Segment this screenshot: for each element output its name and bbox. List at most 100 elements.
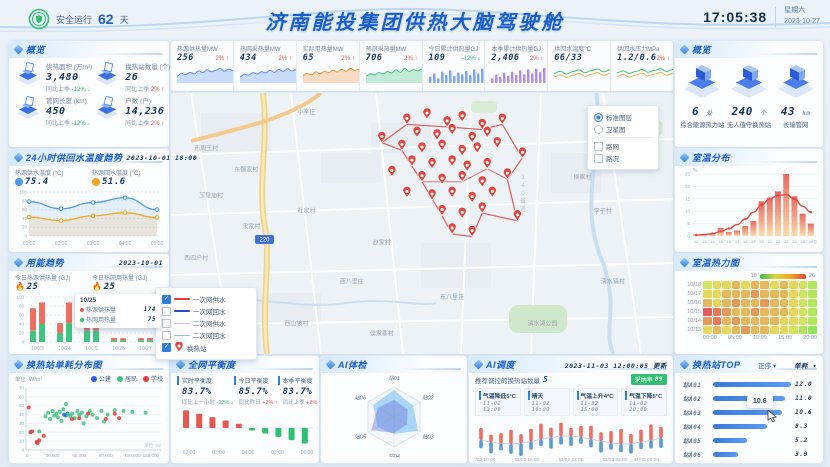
heatmap-col-label: 10:00 — [753, 335, 767, 341]
kpi-sparkline — [240, 63, 292, 88]
checkbox-icon[interactable]: ✓ — [162, 343, 171, 352]
map-legend-item[interactable]: ✓一次网供水 — [162, 294, 250, 304]
place-label: 赵家村 — [373, 238, 391, 246]
checkbox-icon[interactable]: ✓ — [162, 295, 171, 304]
svg-text:14: 14 — [710, 239, 715, 244]
kpi-delta: 2% ↑ — [341, 56, 354, 62]
heatmap-row-label: 10/17 — [679, 291, 701, 297]
heatmap-cell — [751, 299, 760, 307]
kpi-label: 预测采热量MW — [366, 44, 418, 53]
svg-text:05:00: 05:00 — [151, 241, 163, 247]
place-label: 东八里洼 — [440, 293, 464, 301]
station-bar[interactable] — [713, 424, 767, 429]
kpi-delta: 2% ↑ — [216, 56, 229, 62]
layer-radio-selected[interactable]: 标准图层 — [594, 112, 652, 122]
panel-temp-trend: 24小时供回水温度趋势 2023-10-01 18:00 热源供水温度 (°C)… — [8, 148, 170, 253]
road-badge: 220 — [259, 238, 270, 244]
order-dropdown[interactable]: 正序 ▾ — [758, 360, 776, 370]
heatmap-cell — [751, 290, 760, 298]
panel-title: 室温分布 — [692, 151, 730, 164]
heatmap-cell — [713, 326, 722, 334]
map-legend-item[interactable]: 二次网供水 — [162, 318, 250, 328]
overview-stat: 换热站数量 (个)26同比上季 2% ↑ — [94, 61, 170, 93]
balance-stat: 本季平衡度83.7%同比上季 +2% ↑ — [278, 376, 322, 406]
svg-text:10/24: 10/24 — [58, 346, 71, 352]
svg-text:站05: 站05 — [354, 434, 367, 441]
layer-checkbox[interactable]: 路况 — [594, 153, 652, 163]
kpi-value: 706 — [366, 53, 383, 63]
checkbox-icon[interactable] — [594, 142, 603, 151]
panel-title: 用能趋势 — [26, 256, 64, 269]
svg-text:19: 19 — [751, 239, 756, 244]
heatmap-row-label: 10/15 — [679, 309, 701, 315]
station-bar[interactable] — [713, 438, 747, 443]
filter-dropdown[interactable]: 单耗 ▾ — [794, 360, 817, 370]
heatmap-cell — [760, 326, 769, 334]
diamond-icon — [680, 45, 690, 55]
map-legend-item[interactable]: ✓换热站 — [162, 342, 250, 353]
kpi-value: 2,406 — [491, 53, 519, 63]
map-legend-item[interactable]: 二次网回水 — [162, 330, 250, 340]
radio-icon[interactable] — [594, 125, 603, 134]
facility-icon — [775, 62, 817, 98]
platform-icon — [94, 61, 120, 90]
panel-title: 换热站TOP — [692, 358, 740, 371]
stat-label: 管网长度 (km) — [46, 95, 90, 105]
kpi-value: 434 — [240, 53, 257, 63]
map-legend: ✓一次网供水一次网回水二次网供水二次网回水 ✓换热站 — [155, 287, 257, 360]
kpi-value: 256 — [177, 53, 194, 63]
radio-icon[interactable] — [594, 113, 603, 122]
panel-title: AI调度 — [486, 358, 515, 371]
svg-text:03:00: 03:00 — [212, 450, 225, 456]
scatter-legend-item: 公建 — [91, 374, 111, 383]
heatmap-cell — [741, 317, 750, 325]
panel-updated: 2023-11-03 12:00:05 更新 — [565, 360, 667, 370]
station-bar[interactable] — [713, 382, 791, 387]
svg-text:10/23: 10/23 — [31, 346, 44, 352]
overview-stat: 6 处 综合能源热力站 — [679, 62, 726, 129]
svg-text:60: 60 — [19, 394, 25, 399]
svg-text:20: 20 — [685, 184, 691, 189]
checkbox-icon[interactable] — [162, 319, 171, 328]
top-station-row: 站A048.3 — [683, 419, 815, 433]
heatmap-col-label: 05:00 — [728, 335, 742, 341]
checkbox-icon[interactable] — [162, 331, 171, 340]
place-label: 侯家村 — [574, 173, 592, 181]
checkbox-icon[interactable] — [594, 154, 603, 163]
heatmap-cell — [713, 281, 722, 289]
layer-radio-option[interactable]: 卫星图 — [594, 124, 652, 134]
svg-text:50: 50 — [19, 403, 25, 408]
svg-text:18: 18 — [743, 239, 748, 244]
platform-icon — [15, 61, 41, 90]
svg-text:60: 60 — [22, 207, 28, 212]
svg-text:05:00: 05:00 — [271, 450, 284, 456]
svg-text:80: 80 — [22, 198, 28, 203]
layer-checkbox[interactable]: 路网 — [594, 141, 652, 151]
place-label: 西八里庄 — [340, 278, 364, 286]
facility-icon — [728, 62, 770, 98]
heatmap-cell — [808, 290, 817, 298]
svg-text:11/03 08:00: 11/03 08:00 — [634, 457, 659, 462]
svg-text:22: 22 — [776, 239, 781, 244]
svg-text:站03: 站03 — [422, 434, 435, 441]
place-label: 西山坡村 — [284, 319, 308, 327]
energy-stat: 今日热网用热量 (GJ)🔥 25 — [92, 273, 163, 292]
heatmap-cell — [780, 308, 789, 316]
overview-stat: 户数 (户)14,236同比上季 2% ↑ — [94, 95, 170, 127]
place-label: 杜家村 — [298, 207, 316, 215]
station-bar[interactable] — [713, 452, 738, 457]
heatmap-cell — [789, 326, 798, 334]
svg-text:90,000: 90,000 — [99, 453, 113, 458]
station-name: 站A03 — [683, 408, 709, 417]
svg-text:10/26: 10/26 — [112, 346, 125, 352]
map-legend-item[interactable]: 一次网回水 — [162, 306, 250, 316]
station-value: 10.6 — [795, 409, 815, 416]
stat-label: 户数 (户) — [125, 95, 164, 105]
recommend-label: 推荐调控的换热站数量 — [475, 375, 540, 385]
svg-text:省: 省 — [520, 197, 526, 205]
checkbox-icon[interactable] — [162, 307, 171, 316]
stat-value: 3,480 — [46, 72, 92, 83]
platform-icon — [15, 95, 41, 124]
svg-text:04:00: 04:00 — [119, 241, 132, 247]
heatmap-cell — [770, 299, 779, 307]
